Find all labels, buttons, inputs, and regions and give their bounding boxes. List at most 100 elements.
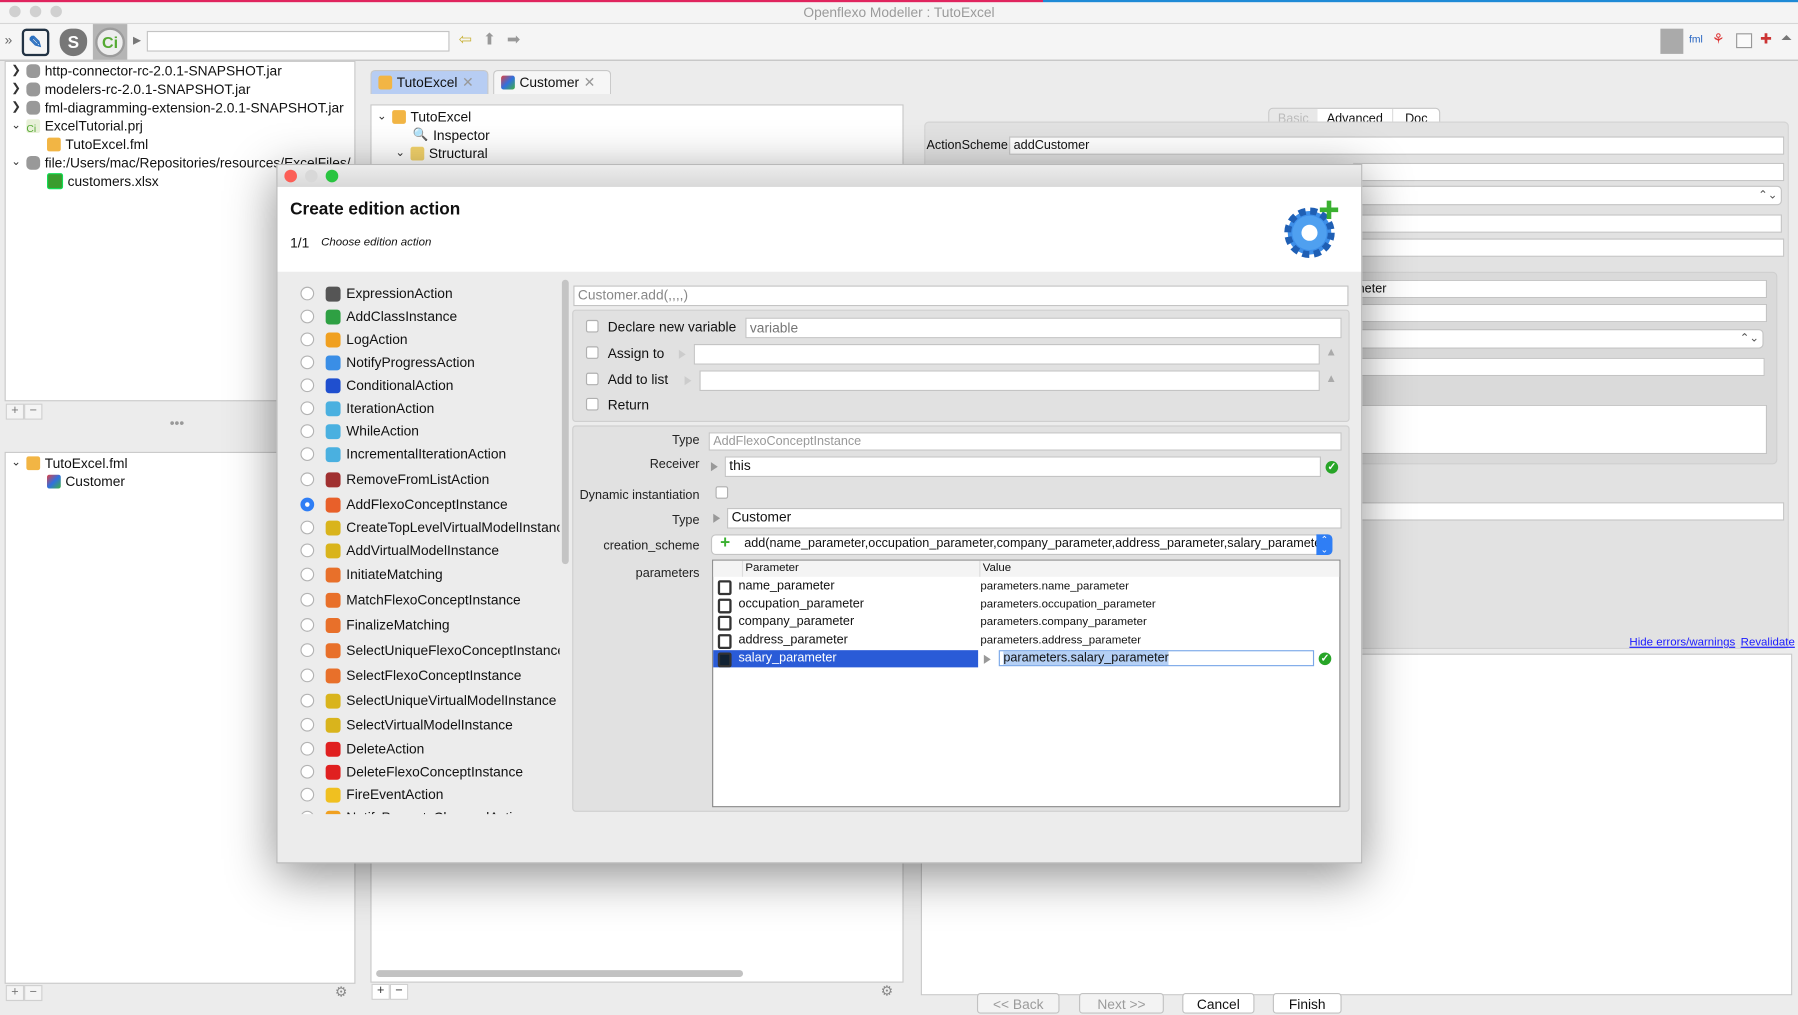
openflexo-icon[interactable]: Ci xyxy=(92,24,128,60)
inspector-field[interactable] xyxy=(1353,502,1785,521)
radio-button[interactable] xyxy=(300,787,315,802)
chevron-down-icon[interactable]: ⌄ xyxy=(10,117,21,135)
action-option-selectuniqueflexoconceptinstance[interactable]: SelectUniqueFlexoConceptInstance xyxy=(300,639,560,662)
action-option-notifypropertychangedaction[interactable]: NotifyPropertyChangedAction xyxy=(300,806,528,815)
table-row[interactable]: company_parameter parameters.company_para… xyxy=(713,614,1339,632)
radio-button[interactable] xyxy=(300,520,315,535)
tree-item-customer[interactable]: Customer xyxy=(47,472,125,490)
diagram-editor-icon[interactable]: ✎ xyxy=(21,28,50,57)
action-option-iterationaction[interactable]: IterationAction xyxy=(300,397,434,420)
tree-item-tutoexcel-fml[interactable]: TutoExcel.fml xyxy=(47,135,148,153)
assign-to-field[interactable] xyxy=(693,344,1320,365)
expression-field[interactable]: Customer.add(,,,,) xyxy=(573,285,1349,307)
action-option-conditionalaction[interactable]: ConditionalAction xyxy=(300,374,453,397)
up-arrow-icon[interactable]: ⬆ xyxy=(483,30,496,49)
radio-button[interactable] xyxy=(300,592,315,607)
action-option-whileaction[interactable]: WhileAction xyxy=(300,420,419,443)
close-window-button[interactable] xyxy=(9,5,21,18)
radio-button[interactable] xyxy=(300,332,315,347)
concept-type-field[interactable]: Customer xyxy=(726,507,1342,529)
close-icon[interactable]: ✕ xyxy=(462,75,474,91)
dynamic-instantiation-checkbox[interactable] xyxy=(715,486,729,499)
table-row[interactable]: name_parameter parameters.name_parameter xyxy=(713,578,1339,596)
next-button[interactable]: Next >> xyxy=(1079,993,1164,1014)
select-arrows-icon[interactable]: ⌃ ⌄ xyxy=(1316,534,1333,555)
chevron-down-icon[interactable]: ⌄ xyxy=(376,108,387,126)
radio-button[interactable] xyxy=(300,424,315,439)
action-option-selectuniquevirtualmodelinstance[interactable]: SelectUniqueVirtualModelInstance xyxy=(300,689,556,712)
variable-name-input[interactable] xyxy=(745,317,1342,339)
forward-arrow-icon[interactable]: ➡ xyxy=(507,30,520,49)
remove-button[interactable]: − xyxy=(24,403,43,420)
add-button[interactable]: + xyxy=(5,984,25,1002)
declare-variable-checkbox[interactable] xyxy=(585,319,599,333)
list-scrollbar[interactable] xyxy=(561,279,569,565)
tab-customer[interactable]: Customer ✕ xyxy=(493,69,612,95)
add-to-list-field[interactable] xyxy=(699,370,1320,392)
inspector-select[interactable]: ⌃⌄ xyxy=(1353,329,1764,349)
hide-errors-link[interactable]: Hide errors/warnings xyxy=(1629,636,1735,649)
radio-button[interactable] xyxy=(300,764,315,779)
gear-icon[interactable]: ⚙ xyxy=(335,984,347,1000)
hierarchy-icon[interactable]: ⚘ xyxy=(1712,31,1724,47)
action-option-finalizematching[interactable]: FinalizeMatching xyxy=(300,613,450,636)
inspector-field[interactable] xyxy=(1353,303,1768,323)
cancel-button[interactable]: Cancel xyxy=(1182,993,1255,1014)
chevron-down-icon[interactable]: ⌄ xyxy=(10,454,21,472)
action-option-deleteflexoconceptinstance[interactable]: DeleteFlexoConceptInstance xyxy=(300,760,523,783)
expand-triangle-icon[interactable] xyxy=(983,654,991,664)
tree-item-structural[interactable]: ⌄ Structural xyxy=(394,144,487,162)
finish-button[interactable]: Finish xyxy=(1272,993,1342,1014)
window-icon[interactable] xyxy=(1736,33,1753,49)
expand-triangle-icon[interactable] xyxy=(710,462,718,472)
radio-button[interactable] xyxy=(300,472,315,487)
remove-button[interactable]: − xyxy=(389,983,409,1000)
close-icon[interactable]: ✕ xyxy=(584,75,596,91)
chevron-right-icon[interactable]: ❯ xyxy=(10,80,21,98)
split-handle[interactable]: ••• xyxy=(170,415,184,431)
expand-triangle-icon[interactable] xyxy=(684,376,692,386)
add-to-list-checkbox[interactable] xyxy=(585,372,599,386)
close-dialog-button[interactable] xyxy=(284,169,297,183)
tree-item-fml-diagramming[interactable]: ❯ fml-diagramming-extension-2.0.1-SNAPSHO… xyxy=(10,99,344,117)
tree-item-tutoexcel[interactable]: ⌄ TutoExcel xyxy=(376,108,471,126)
tab-tutoexcel[interactable]: TutoExcel ✕ xyxy=(370,69,489,95)
radio-button[interactable] xyxy=(300,668,315,683)
tree-item-customers-xlsx[interactable]: customers.xlsx xyxy=(47,172,159,190)
inspector-field[interactable] xyxy=(1353,238,1785,257)
action-option-matchflexoconceptinstance[interactable]: MatchFlexoConceptInstance xyxy=(300,588,521,611)
zoom-dialog-button[interactable] xyxy=(325,169,339,183)
action-option-createtoplevelvirtualmodelinstance[interactable]: CreateTopLevelVirtualModelInstance xyxy=(300,516,560,539)
action-option-selectvirtualmodelinstance[interactable]: SelectVirtualModelInstance xyxy=(300,713,513,736)
radio-button[interactable] xyxy=(300,693,315,708)
expand-triangle-icon[interactable] xyxy=(678,349,686,359)
tree-item-inspector[interactable]: 🔍 Inspector xyxy=(413,126,490,144)
radio-button[interactable] xyxy=(300,497,315,512)
inspector-textarea[interactable] xyxy=(1353,404,1768,455)
chevron-down-icon[interactable]: ⌄ xyxy=(394,144,405,162)
collapse-icon[interactable]: » xyxy=(5,32,13,48)
action-option-expressionaction[interactable]: ExpressionAction xyxy=(300,282,453,305)
action-option-addclassinstance[interactable]: AddClassInstance xyxy=(300,305,457,328)
radio-button[interactable] xyxy=(300,309,315,324)
radio-button[interactable] xyxy=(300,717,315,732)
action-option-logaction[interactable]: LogAction xyxy=(300,328,408,351)
inspector-field[interactable]: neter xyxy=(1353,279,1768,299)
radio-button[interactable] xyxy=(300,286,315,301)
add-button[interactable]: + xyxy=(371,983,390,1000)
radio-button[interactable] xyxy=(300,643,315,658)
inspector-select[interactable]: ⌃⌄ xyxy=(1353,185,1782,206)
expand-triangle-icon[interactable] xyxy=(713,513,721,523)
table-row[interactable]: occupation_parameter parameters.occupatio… xyxy=(713,596,1339,614)
table-row[interactable]: salary_parameter parameters.salary_parame… xyxy=(713,649,1339,668)
tree-item-excel-tutorial[interactable]: ⌄ Ci ExcelTutorial.prj xyxy=(10,117,143,135)
chevron-right-icon[interactable]: ❯ xyxy=(10,62,21,80)
radio-button[interactable] xyxy=(300,567,315,582)
radio-button[interactable] xyxy=(300,355,315,370)
action-option-incrementaliterationaction[interactable]: IncrementalIterationAction xyxy=(300,443,506,466)
back-button[interactable]: << Back xyxy=(976,993,1060,1014)
action-option-deleteaction[interactable]: DeleteAction xyxy=(300,737,424,760)
puzzle-icon[interactable]: ✚ xyxy=(1760,31,1772,47)
assign-to-checkbox[interactable] xyxy=(585,346,599,359)
creation-scheme-select[interactable]: add(name_parameter,occupation_parameter,… xyxy=(710,534,1333,555)
